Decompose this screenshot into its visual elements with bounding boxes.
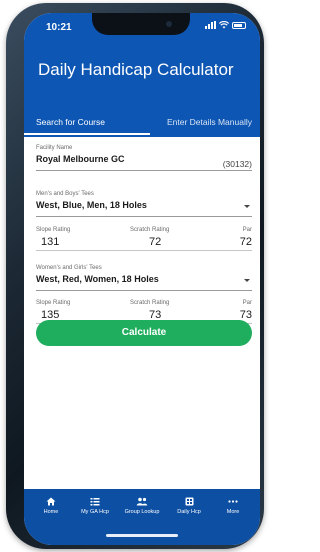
field-underline <box>36 216 252 217</box>
tabbar-item-my-ga-hcp[interactable]: My GA Hcp <box>70 497 120 515</box>
mens-scratch-value: 72 <box>149 236 162 248</box>
status-time: 10:21 <box>46 22 72 33</box>
tabbar-label-home: Home <box>43 509 59 515</box>
womens-tees-value: West, Red, Women, 18 Holes <box>36 274 159 284</box>
mens-par-label: Par <box>242 227 252 233</box>
app-screen: 10:21 Daily Handicap Calculator Search f… <box>24 13 260 545</box>
facility-name-label: Facility Name <box>36 145 73 151</box>
facility-name-field[interactable]: Facility Name Royal Melbourne GC (30132) <box>36 145 252 171</box>
calculate-button[interactable]: Calculate <box>36 320 252 346</box>
wifi-icon <box>219 21 229 29</box>
tabbar-label-my-ga-hcp: My GA Hcp <box>81 509 109 515</box>
group-icon <box>136 497 148 506</box>
stats-divider <box>36 250 252 251</box>
home-indicator <box>106 534 178 537</box>
list-icon <box>90 498 100 506</box>
phone-frame: 10:21 Daily Handicap Calculator Search f… <box>6 3 264 549</box>
chevron-down-icon <box>244 205 250 208</box>
more-icon <box>228 500 238 503</box>
active-tab-indicator <box>24 133 150 135</box>
signal-icon <box>205 21 216 29</box>
field-underline <box>36 290 252 291</box>
mens-slope-label: Slope Rating <box>36 227 71 233</box>
womens-par-value: 73 <box>239 309 252 321</box>
mens-slope-value: 131 <box>41 236 60 248</box>
app-header: 10:21 Daily Handicap Calculator Search f… <box>24 13 260 137</box>
tab-bar-top: Search for Course Enter Details Manually <box>24 109 260 135</box>
device-notch <box>92 13 190 35</box>
facility-code: (30132) <box>222 159 252 169</box>
womens-scratch-label: Scratch Rating <box>130 300 170 306</box>
field-underline <box>36 170 252 171</box>
mens-tees-value: West, Blue, Men, 18 Holes <box>36 200 147 210</box>
status-icons <box>205 21 246 29</box>
mens-par-value: 72 <box>239 236 252 248</box>
battery-icon <box>232 21 246 29</box>
camera-dot <box>166 21 172 27</box>
womens-par-label: Par <box>242 300 252 306</box>
tab-search-for-course[interactable]: Search for Course <box>36 117 105 127</box>
mens-tees-select[interactable]: Men's and Boys' Tees West, Blue, Men, 18… <box>36 191 252 217</box>
tabbar-label-more: More <box>226 509 240 515</box>
tabbar-item-home[interactable]: Home <box>26 497 76 515</box>
calculator-icon <box>185 497 193 506</box>
tabbar-item-more[interactable]: More <box>208 497 258 515</box>
womens-tees-label: Women's and Girls' Tees <box>36 265 102 271</box>
womens-tees-select[interactable]: Women's and Girls' Tees West, Red, Women… <box>36 265 252 291</box>
tabbar-item-group-lookup[interactable]: Group Lookup <box>117 497 167 515</box>
page-title: Daily Handicap Calculator <box>38 60 234 79</box>
chevron-down-icon <box>244 279 250 282</box>
tab-enter-details-manually[interactable]: Enter Details Manually <box>167 117 252 127</box>
womens-slope-label: Slope Rating <box>36 300 71 306</box>
mens-scratch-label: Scratch Rating <box>130 227 170 233</box>
facility-name-value: Royal Melbourne GC <box>36 154 125 164</box>
tabbar-label-group-lookup: Group Lookup <box>124 509 160 515</box>
home-icon <box>46 497 56 506</box>
tabbar-item-daily-hcp[interactable]: Daily Hcp <box>164 497 214 515</box>
tabbar-label-daily-hcp: Daily Hcp <box>177 509 201 515</box>
mens-tees-label: Men's and Boys' Tees <box>36 191 94 197</box>
